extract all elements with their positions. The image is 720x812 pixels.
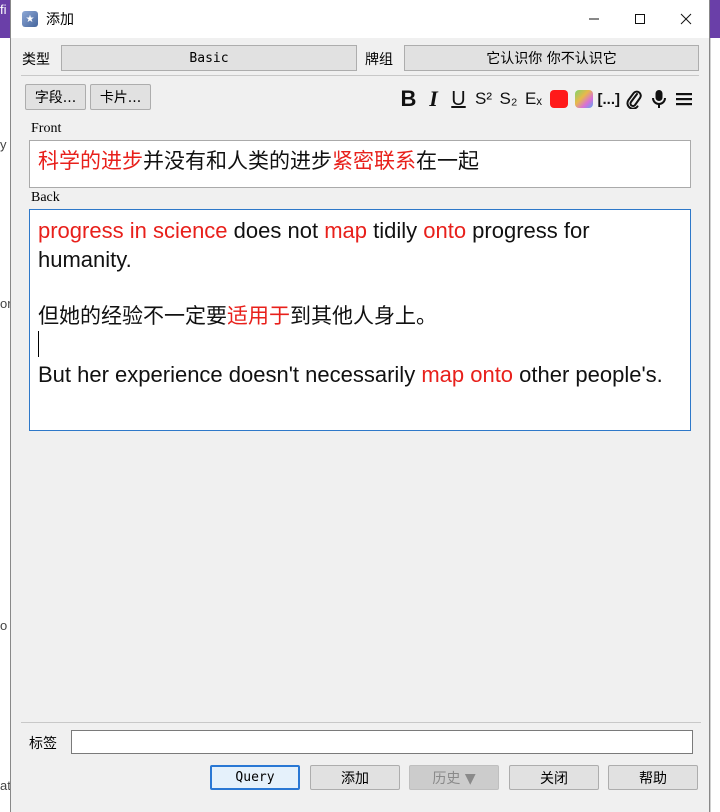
text-run: 在一起 [416,149,479,173]
background-text: y [0,137,7,152]
color-swatch-icon [549,90,568,108]
close-button[interactable]: 关闭 [509,765,599,790]
microphone-icon [652,90,666,108]
back-field-line: But her experience doesn't necessarily m… [38,360,682,389]
highlighted-text: progress in science [38,218,228,243]
gradient-swatch-icon [574,90,593,108]
record-audio-button[interactable] [648,87,670,111]
text-run: tidily [366,218,424,243]
text-run: 但她的经验不一定要 [38,304,227,328]
formatting-toolbar: B I U S² S₂ Eₓ [...] [398,86,696,112]
highlighted-text: 科学的进步 [38,149,143,173]
attach-button[interactable] [623,87,645,111]
deck-selector[interactable]: 它认识你 你不认识它 [404,45,699,71]
text-caret [38,331,39,357]
back-field-line: progress in science does not map tidily … [38,216,682,274]
menu-icon [676,93,692,106]
background-window-right [710,38,720,812]
title-bar: ★ 添加 [11,0,709,38]
subscript-button[interactable]: S₂ [498,87,520,111]
front-field-editor[interactable]: 科学的进步并没有和人类的进步紧密联系在一起 [29,140,691,188]
tags-label: 标签 [29,736,57,752]
text-run: does not [227,218,325,243]
maximize-button[interactable] [617,0,663,38]
paperclip-icon [626,90,642,109]
color-picker-button[interactable] [573,87,595,111]
deck-label: 牌组 [365,52,393,68]
anki-app-icon: ★ [22,11,38,27]
divider [21,722,701,723]
back-field-editor[interactable]: progress in science does not map tidily … [29,209,691,431]
front-field-label: Front [31,121,62,136]
highlighted-text: 紧密联系 [332,149,416,173]
help-button[interactable]: 帮助 [608,765,698,790]
text-run: 并没有和人类的进步 [143,149,332,173]
window-controls [571,0,709,38]
back-field-line: 但她的经验不一定要适用于到其他人身上。 [38,302,682,331]
add-note-dialog: ★ 添加 类型 Basic 牌组 它认识你 你不认识它 字段... 卡片... … [10,0,710,812]
text-run: But her experience doesn't necessarily [38,362,422,387]
text-run: 到其他人身上。 [290,304,437,328]
cloze-button[interactable]: [...] [598,87,621,111]
text-color-button[interactable] [548,87,570,111]
minimize-button[interactable] [571,0,617,38]
superscript-button[interactable]: S² [473,87,495,111]
underline-button[interactable]: U [448,87,470,111]
history-button[interactable]: 历史 ▼ [409,765,499,790]
fields-button[interactable]: 字段... [25,84,86,110]
bold-button[interactable]: B [398,86,420,111]
background-text: o [0,618,8,633]
query-button[interactable]: Query [210,765,300,790]
clear-format-button[interactable]: Eₓ [523,87,545,111]
close-window-button[interactable] [663,0,709,38]
note-type-selector[interactable]: Basic [61,45,357,71]
note-type-row: 类型 Basic 牌组 它认识你 你不认识它 [11,44,711,72]
highlighted-text: onto [423,218,467,243]
type-label: 类型 [22,52,50,68]
italic-button[interactable]: I [423,86,445,111]
background-text: fi [0,2,7,17]
tags-input[interactable] [71,730,693,754]
highlighted-text: map onto [421,362,514,387]
more-options-button[interactable] [673,87,695,111]
back-field-label: Back [31,190,60,205]
highlighted-text: 适用于 [227,304,290,328]
divider [21,75,699,76]
minimize-icon [589,18,599,20]
maximize-icon [635,14,645,24]
cards-button[interactable]: 卡片... [90,84,151,110]
window-title: 添加 [46,12,74,28]
close-icon [680,13,692,25]
text-run: other people's. [513,362,663,387]
add-button[interactable]: 添加 [310,765,400,790]
background-window-left [0,0,10,812]
highlighted-text: map [324,218,367,243]
front-field-text: 科学的进步并没有和人类的进步紧密联系在一起 [38,147,682,176]
